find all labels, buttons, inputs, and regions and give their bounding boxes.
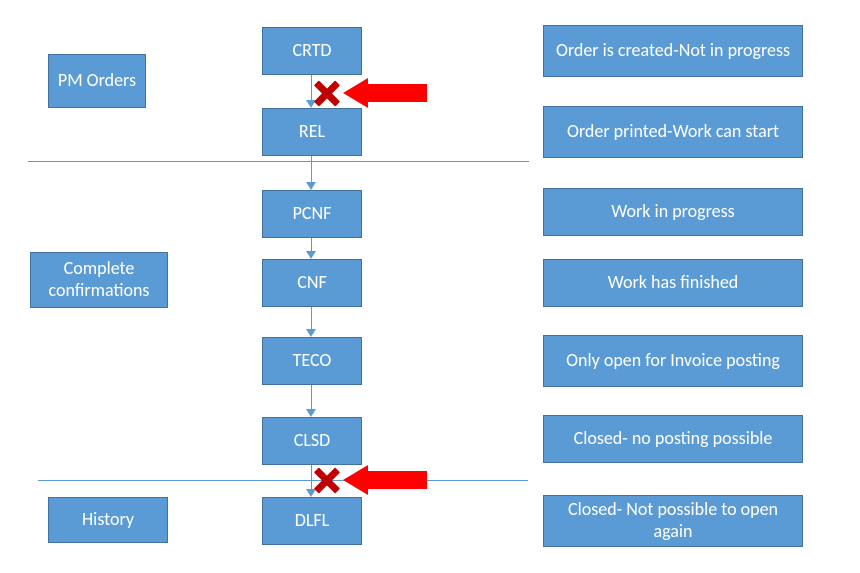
divider-1 [28, 161, 529, 162]
flow-pcnf: PCNF [262, 190, 362, 238]
desc-pcnf: Work in progress [543, 188, 803, 236]
side-history: History [48, 497, 168, 543]
arrow-rel-pcnf-line [311, 156, 312, 182]
arrow-pcnf-cnf-line [311, 238, 312, 251]
arrow-pcnf-cnf-head [306, 251, 316, 259]
flow-dlfl-label: DLFL [295, 510, 329, 532]
desc-crtd: Order is created-Not in progress [543, 25, 803, 77]
side-complete-confirmations-label: Complete confirmations [37, 258, 161, 301]
flow-cnf-label: CNF [297, 272, 327, 294]
arrow-cnf-teco-head [306, 329, 316, 337]
flow-rel-label: REL [299, 121, 325, 143]
flow-crtd: CRTD [262, 27, 362, 75]
desc-teco-label: Only open for Invoice posting [566, 350, 780, 372]
divider-2 [38, 480, 528, 481]
desc-pcnf-label: Work in progress [611, 201, 734, 223]
side-history-label: History [82, 509, 134, 531]
flow-clsd: CLSD [262, 417, 362, 465]
block-x-icon-bottom [313, 466, 341, 494]
flow-clsd-label: CLSD [294, 430, 331, 452]
flow-crtd-label: CRTD [292, 40, 331, 62]
desc-rel: Order printed-Work can start [543, 106, 803, 158]
desc-dlfl: Closed- Not possible to open again [543, 495, 803, 547]
arrow-clsd-dlfl-line [311, 465, 312, 489]
side-pm-orders-label: PM Orders [58, 70, 136, 92]
desc-dlfl-label: Closed- Not possible to open again [550, 499, 796, 542]
flow-dlfl: DLFL [262, 497, 362, 545]
arrow-cnf-teco-line [311, 307, 312, 329]
desc-crtd-label: Order is created-Not in progress [556, 40, 790, 62]
arrow-teco-clsd-head [306, 409, 316, 417]
block-x-icon-top [313, 79, 341, 107]
flow-teco: TECO [262, 337, 362, 385]
desc-clsd-label: Closed- no posting possible [574, 428, 773, 450]
arrow-rel-pcnf-head [306, 182, 316, 190]
desc-cnf-label: Work has finished [608, 272, 739, 294]
side-complete-confirmations: Complete confirmations [30, 252, 168, 308]
desc-teco: Only open for Invoice posting [543, 335, 803, 387]
side-pm-orders: PM Orders [48, 54, 146, 108]
flow-pcnf-label: PCNF [293, 203, 332, 225]
desc-cnf: Work has finished [543, 259, 803, 307]
flow-rel: REL [262, 108, 362, 156]
arrow-crtd-rel-line [311, 75, 312, 100]
desc-rel-label: Order printed-Work can start [567, 121, 779, 143]
desc-clsd: Closed- no posting possible [543, 415, 803, 463]
flow-cnf: CNF [262, 259, 362, 307]
flow-teco-label: TECO [293, 350, 332, 372]
arrow-teco-clsd-line [311, 385, 312, 409]
